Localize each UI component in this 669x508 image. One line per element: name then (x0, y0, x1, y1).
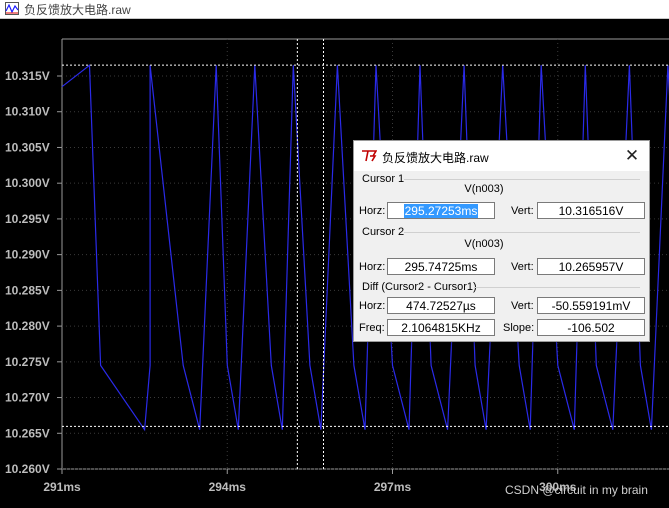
y-tick-label: 10.300V (5, 176, 50, 190)
y-tick-label: 10.270V (5, 391, 50, 405)
window-titlebar: 负反馈放大电路.raw (0, 0, 669, 19)
diff-vert-label: Vert: (511, 300, 534, 312)
y-tick-label: 10.315V (5, 69, 50, 83)
y-tick-label: 10.285V (5, 283, 50, 297)
cursor2-trace-name: V(n003) (464, 238, 504, 250)
y-tick-label: 10.290V (5, 248, 50, 262)
diff-group-divider (474, 287, 640, 288)
cursor1-trace-name: V(n003) (464, 183, 504, 195)
y-tick-label: 10.280V (5, 319, 50, 333)
cursor-readout-dialog[interactable]: 负反馈放大电路.raw ✕ Cursor 1 V(n003) Horz: 295… (353, 140, 650, 342)
y-tick-label: 10.260V (5, 462, 50, 476)
cursor1-horz-field[interactable]: 295.27253ms (387, 202, 495, 219)
diff-slope-field[interactable]: -106.502 (537, 319, 645, 336)
cursor1-group-divider (404, 179, 640, 180)
dialog-titlebar[interactable]: 负反馈放大电路.raw ✕ (354, 141, 649, 171)
cursor1-horz-value[interactable]: 295.27253ms (403, 204, 479, 218)
cursor2-horz-label: Horz: (359, 261, 386, 273)
cursor1-vert-field[interactable]: 10.316516V (537, 202, 645, 219)
watermark-text: CSDN @circuit in my brain (505, 483, 648, 497)
diff-horz-label: Horz: (359, 300, 386, 312)
cursor2-group-divider (404, 232, 640, 233)
cursor1-group-label: Cursor 1 (362, 173, 405, 185)
cursor2-group-label: Cursor 2 (362, 226, 405, 238)
diff-group-label: Diff (Cursor2 - Cursor1) (362, 281, 477, 293)
cursor2-vert-field[interactable]: 10.265957V (537, 258, 645, 275)
diff-freq-field[interactable]: 2.1064815KHz (387, 319, 495, 336)
x-tick-label: 291ms (43, 480, 81, 494)
y-tick-label: 10.295V (5, 212, 50, 226)
y-tick-label: 10.275V (5, 355, 50, 369)
cursor2-vert-label: Vert: (511, 261, 534, 273)
x-tick-label: 297ms (374, 480, 412, 494)
window-title: 负反馈放大电路.raw (24, 3, 131, 17)
y-tick-label: 10.305V (5, 140, 50, 154)
ltspice-waveform-icon (5, 2, 19, 15)
dialog-title: 负反馈放大电路.raw (382, 151, 489, 165)
diff-horz-field[interactable]: 474.72527µs (387, 297, 495, 314)
y-tick-label: 10.310V (5, 105, 50, 119)
close-icon[interactable]: ✕ (620, 145, 644, 167)
cursor1-vert-label: Vert: (511, 205, 534, 217)
ltspice-logo-icon (362, 150, 377, 162)
diff-freq-label: Freq: (359, 322, 385, 334)
x-tick-label: 294ms (209, 480, 247, 494)
cursor1-horz-label: Horz: (359, 205, 386, 217)
diff-slope-label: Slope: (503, 322, 535, 334)
y-tick-label: 10.265V (5, 426, 50, 440)
diff-vert-field[interactable]: -50.559191mV (537, 297, 645, 314)
cursor2-horz-field[interactable]: 295.74725ms (387, 258, 495, 275)
